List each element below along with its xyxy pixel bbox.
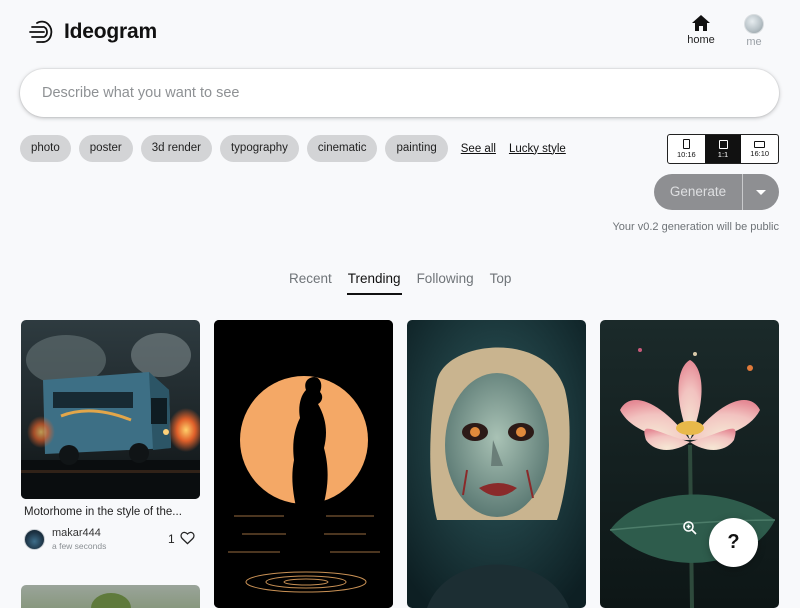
- ideogram-logo-icon: [29, 20, 53, 43]
- generate-options-dropdown[interactable]: [743, 174, 779, 210]
- style-chip-painting[interactable]: painting: [385, 135, 448, 162]
- tab-recent[interactable]: Recent: [288, 271, 333, 295]
- prompt-input[interactable]: [20, 69, 779, 117]
- next-image-preview: [91, 593, 131, 608]
- nav-profile[interactable]: me: [738, 14, 770, 48]
- square-ratio-icon: [718, 139, 728, 149]
- style-chip-poster[interactable]: poster: [78, 135, 133, 162]
- style-chip-cinematic[interactable]: cinematic: [306, 135, 378, 162]
- generation-visibility-note: Your v0.2 generation will be public: [612, 221, 779, 233]
- feed-image-next[interactable]: [21, 585, 200, 608]
- style-chip-typography[interactable]: typography: [219, 135, 299, 162]
- see-all-link[interactable]: See all: [461, 143, 496, 155]
- style-chip-photo[interactable]: photo: [20, 135, 71, 162]
- generate-button-group: Generate: [654, 174, 779, 210]
- help-icon: ?: [727, 531, 740, 553]
- card-caption[interactable]: Motorhome in the style of the...: [24, 506, 196, 518]
- nav-home[interactable]: home: [684, 14, 718, 46]
- aspect-ratio-selector: 10:16 1:1 16:10: [667, 134, 779, 164]
- aspect-ratio-label: 1:1: [717, 149, 729, 159]
- nav-home-label: home: [687, 34, 715, 46]
- help-button[interactable]: ?: [709, 518, 758, 567]
- prompt-box: [20, 69, 779, 117]
- tab-following[interactable]: Following: [416, 271, 475, 295]
- lotus-flower-image: [600, 320, 779, 608]
- chevron-down-icon: [756, 189, 766, 195]
- author-avatar[interactable]: [24, 529, 45, 550]
- aspect-ratio-label: 16:10: [750, 148, 770, 158]
- style-chip-3d-render[interactable]: 3d render: [140, 135, 212, 162]
- silhouette-image: [214, 320, 393, 608]
- aspect-ratio-1-1[interactable]: 1:1: [704, 135, 742, 163]
- aspect-ratio-10-16[interactable]: 10:16: [668, 135, 705, 163]
- author-name[interactable]: makar444: [52, 527, 101, 539]
- lucky-style-link[interactable]: Lucky style: [509, 143, 566, 155]
- portrait-ratio-icon: [682, 139, 690, 149]
- top-bar: Ideogram home me: [0, 0, 800, 64]
- heart-icon[interactable]: [180, 531, 195, 545]
- tab-top[interactable]: Top: [489, 271, 513, 295]
- brand-name: Ideogram: [64, 20, 157, 43]
- generate-button[interactable]: Generate: [654, 174, 743, 210]
- feed-image-silhouette[interactable]: [214, 320, 393, 608]
- tab-trending[interactable]: Trending: [346, 271, 402, 295]
- profile-avatar: [744, 14, 764, 34]
- feed-image-motorhome[interactable]: [21, 320, 200, 499]
- style-chip-row: photo poster 3d render typography cinema…: [20, 135, 566, 162]
- zombie-portrait-image: [407, 320, 586, 608]
- feed-image-zombie[interactable]: [407, 320, 586, 608]
- post-timestamp: a few seconds: [52, 541, 107, 551]
- motorhome-image: [21, 320, 200, 499]
- home-icon: [692, 15, 710, 31]
- aspect-ratio-16-10[interactable]: 16:10: [741, 135, 778, 163]
- aspect-ratio-label: 10:16: [676, 150, 696, 159]
- zoom-in-icon[interactable]: [682, 520, 698, 536]
- brand-logo[interactable]: Ideogram: [28, 18, 157, 46]
- feed-tabs: Recent Trending Following Top: [288, 271, 512, 295]
- feed-image-lotus[interactable]: [600, 320, 779, 608]
- nav-profile-label: me: [746, 36, 762, 48]
- landscape-ratio-icon: [754, 140, 766, 148]
- like-count: 1: [168, 532, 175, 546]
